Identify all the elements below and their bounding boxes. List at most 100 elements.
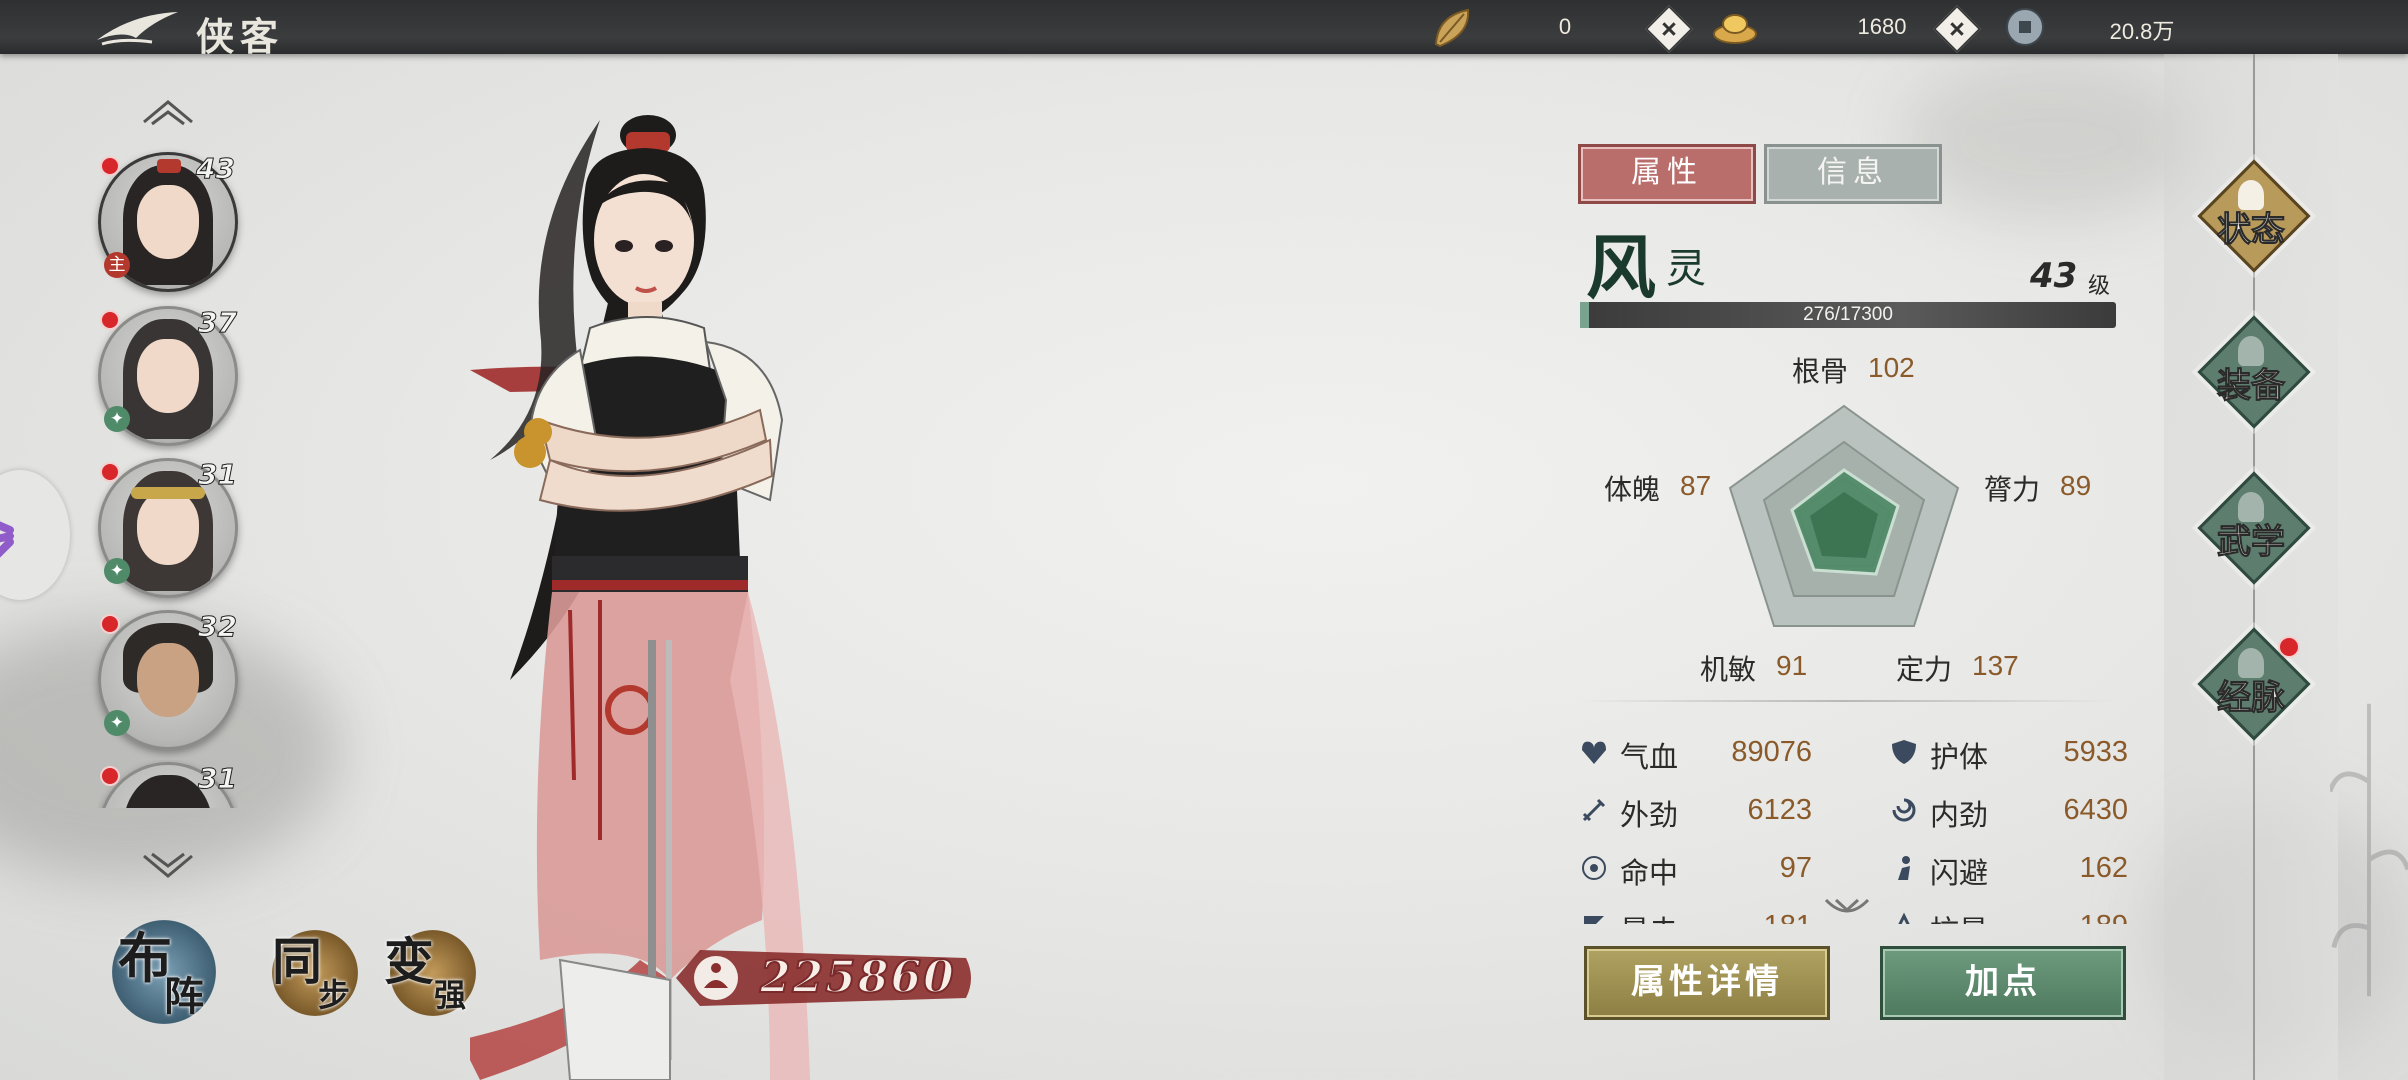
- nav-label: 经脉: [2217, 678, 2286, 719]
- flower-icon: [0, 521, 14, 558]
- roster-up-arrow-icon[interactable]: [142, 96, 194, 126]
- combat-power-value: 225860: [759, 951, 956, 1004]
- notification-dot: [100, 614, 120, 634]
- crit-icon: [1584, 916, 1604, 924]
- stat-value: 97: [1779, 852, 1812, 884]
- nav-label: 武学: [2217, 522, 2286, 563]
- experience-text: 276/17300: [1803, 304, 1893, 325]
- top-bar: 侠客 0 1680 20.8万: [0, 0, 2408, 59]
- character-illustration: [470, 115, 810, 1080]
- stat-value: 5933: [2063, 736, 2128, 768]
- section-divider: [1578, 700, 2114, 702]
- stat-defense: 护体 5933: [1890, 732, 2130, 774]
- roster-level: 32: [198, 610, 238, 644]
- heart-icon: [1582, 741, 1606, 764]
- target-icon: [1582, 856, 1606, 880]
- experience-bar: 276/17300: [1580, 302, 2116, 328]
- notification-dot: [2278, 636, 2300, 658]
- hair-ornament: [131, 487, 205, 499]
- radar-value-arm-strength: 89: [2060, 470, 2092, 501]
- stat-value: 6430: [2063, 794, 2128, 826]
- character-name: 风: [1586, 226, 1656, 309]
- nav-status-button[interactable]: 状态: [2196, 158, 2311, 273]
- class-tag: ✦: [104, 406, 130, 432]
- character-name-suffix: 灵: [1666, 246, 1706, 292]
- notification-dot: [100, 462, 120, 482]
- class-tag: ✦: [104, 710, 130, 736]
- roster-level: 37: [198, 306, 238, 340]
- notification-dot: [100, 766, 120, 786]
- gold-value: 1680: [1857, 14, 1907, 39]
- scroll-more-icon[interactable]: [1822, 896, 1872, 918]
- character-level-unit: 级: [2088, 274, 2111, 299]
- radar-label-root-bone: 根骨: [1792, 355, 1849, 388]
- radar-value-concentration: 137: [1972, 650, 2019, 681]
- portrait-face: [137, 491, 199, 565]
- stat-value: 89076: [1731, 736, 1812, 768]
- side-drawer-tab[interactable]: [0, 470, 70, 600]
- stat-label: 内劲: [1930, 798, 1989, 832]
- strengthen-label-2: 强: [434, 976, 467, 1014]
- stat-value: 162: [2079, 852, 2128, 884]
- stat-label: 抗暴: [1930, 908, 1988, 924]
- jade-value: 0: [1558, 14, 1572, 39]
- portrait-face: [137, 339, 199, 413]
- stat-outer-force: 外劲 6123: [1580, 790, 1840, 832]
- copper-coin-icon: [2006, 8, 2044, 46]
- stats-list[interactable]: 气血 89076 护体 5933 外劲 6123 内劲 6430 命中 97 闪…: [1572, 722, 2132, 924]
- tab-info[interactable]: 信息: [1764, 144, 1942, 204]
- radar-label-concentration: 定力: [1896, 653, 1953, 686]
- nav-equipment-button[interactable]: 装备: [2196, 314, 2311, 429]
- stat-label: 闪避: [1930, 856, 1989, 890]
- status-figure-icon: [2238, 180, 2264, 210]
- portrait-face: [137, 185, 199, 259]
- character-level: 43: [2030, 256, 2078, 296]
- sync-label-2: 步: [318, 976, 351, 1014]
- ink-wash: [1900, 60, 2200, 220]
- nav-label: 状态: [2217, 210, 2286, 251]
- dodge-icon: [1898, 856, 1910, 880]
- roster-level: 31: [198, 458, 238, 492]
- scroll-book-icon: [2238, 492, 2264, 522]
- roster-level: 31: [198, 762, 238, 796]
- stat-value: 181: [1700, 910, 1812, 924]
- tab-attributes[interactable]: 属性: [1578, 144, 1756, 204]
- stat-accuracy: 命中 97: [1580, 848, 1840, 890]
- sword-icon: [1582, 798, 1606, 822]
- meditation-icon: [2238, 648, 2264, 678]
- radar-label-arm-strength: 膂力: [1984, 473, 2041, 506]
- strengthen-label-1: 变: [384, 932, 434, 991]
- sync-button[interactable]: 同 步: [272, 930, 358, 1016]
- page-title: 侠客: [196, 14, 285, 59]
- stat-anti-crit: 抗暴 189: [1890, 906, 2130, 924]
- stat-label: 护体: [1930, 740, 1989, 774]
- bamboo-decoration: [2330, 703, 2408, 997]
- stat-evasion: 闪避 162: [1890, 848, 2130, 890]
- strengthen-button[interactable]: 变 强: [384, 930, 476, 1016]
- radar-label-physique: 体魄: [1604, 473, 1661, 506]
- stat-label: 外劲: [1620, 798, 1679, 832]
- radar-value-agility: 91: [1776, 650, 1808, 681]
- nav-martial-arts-button[interactable]: 武学: [2196, 470, 2311, 585]
- stat-value: 189: [2000, 910, 2128, 924]
- currency-copper: 20.8万: [2002, 6, 2302, 48]
- stat-inner-force: 内劲 6430: [1890, 790, 2130, 832]
- copper-value: 20.8万: [2109, 19, 2175, 44]
- jade-leaf-icon: [1434, 8, 1470, 48]
- notification-dot: [100, 156, 120, 176]
- stat-label: 暴击: [1620, 908, 1678, 924]
- formation-button[interactable]: 布 阵: [112, 920, 216, 1024]
- back-brush-icon[interactable]: [92, 8, 182, 48]
- stat-label: 气血: [1620, 740, 1679, 774]
- roster-down-arrow-icon[interactable]: [142, 852, 194, 882]
- stat-label: 命中: [1620, 856, 1679, 890]
- formation-label-2: 阵: [164, 973, 204, 1020]
- stat-hp: 气血 89076: [1580, 732, 1840, 774]
- add-points-button[interactable]: 加点: [1880, 946, 2126, 1020]
- attribute-radar-chart: [1728, 404, 1960, 627]
- stat-crit: 暴击 181: [1580, 906, 1840, 924]
- sync-label-1: 同: [272, 932, 322, 991]
- radar-value-root-bone: 102: [1868, 352, 1915, 383]
- attribute-details-button[interactable]: 属性详情: [1584, 946, 1830, 1020]
- swirl-icon: [1892, 798, 1916, 822]
